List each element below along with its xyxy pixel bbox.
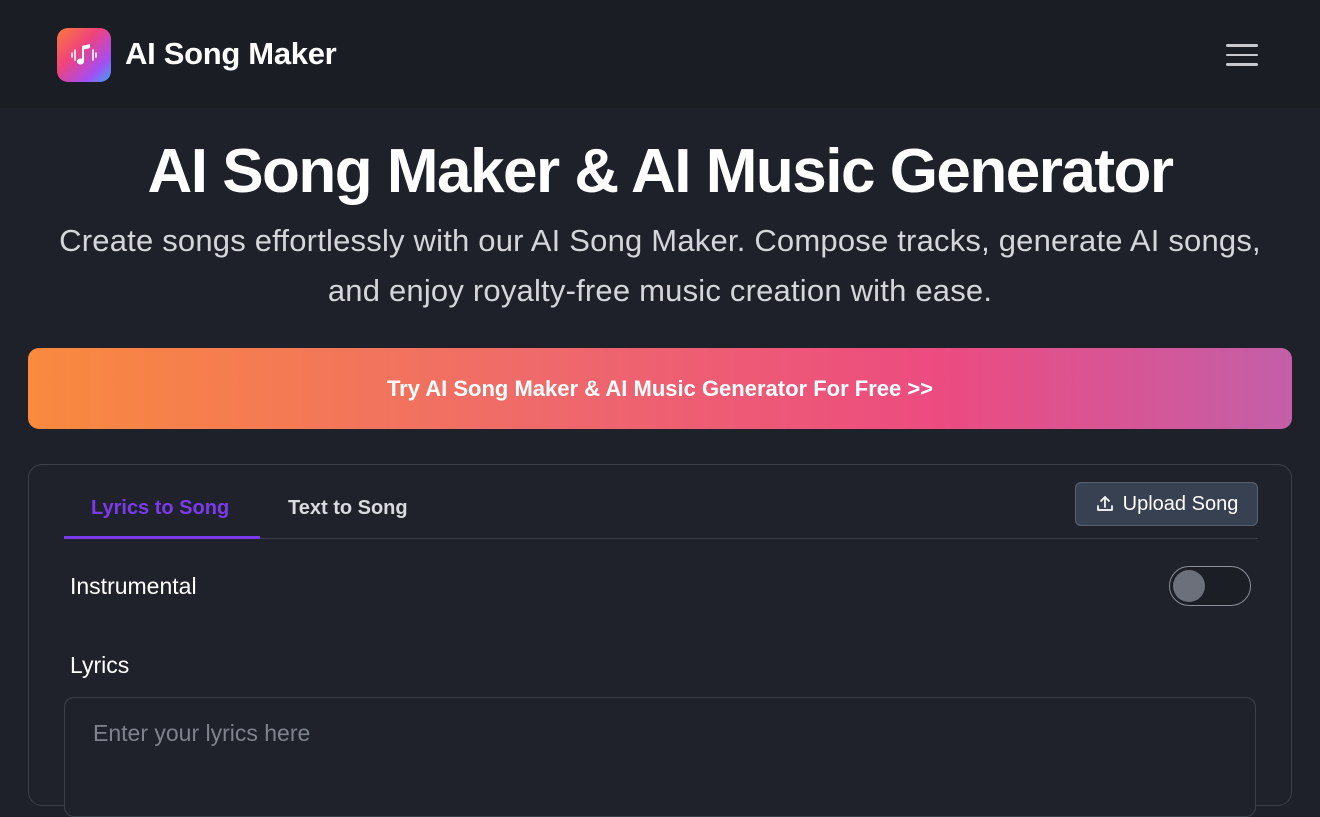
site-header: AI Song Maker [0, 0, 1320, 108]
page-subtitle: Create songs effortlessly with our AI So… [20, 216, 1300, 316]
instrumental-toggle[interactable] [1169, 566, 1251, 606]
active-tab-indicator [64, 536, 260, 539]
lyrics-input[interactable] [64, 697, 1256, 817]
hamburger-menu-icon[interactable] [1222, 38, 1262, 72]
page-title: AI Song Maker & AI Music Generator [147, 137, 1174, 206]
logo[interactable] [57, 28, 111, 82]
subtitle-line-2: and enjoy royalty-free music creation wi… [327, 273, 993, 308]
try-free-button[interactable]: Try AI Song Maker & AI Music Generator F… [28, 348, 1292, 429]
instrumental-label: Instrumental [70, 573, 197, 599]
subtitle-line-1: Create songs effortlessly with our AI So… [59, 223, 1261, 258]
song-generator-panel: Lyrics to Song Text to Song Upload Song … [28, 464, 1292, 817]
lyrics-label: Lyrics [70, 652, 130, 678]
music-note-icon [71, 44, 97, 65]
upload-song-label: Upload Song [1122, 492, 1239, 515]
upload-song-button[interactable]: Upload Song [1075, 482, 1258, 526]
tab-text-to-song[interactable]: Text to Song [288, 497, 408, 520]
upload-icon [1096, 496, 1113, 511]
brand-name[interactable]: AI Song Maker [125, 36, 337, 72]
toggle-knob [1173, 570, 1205, 602]
tab-lyrics-to-song[interactable]: Lyrics to Song [91, 497, 229, 520]
